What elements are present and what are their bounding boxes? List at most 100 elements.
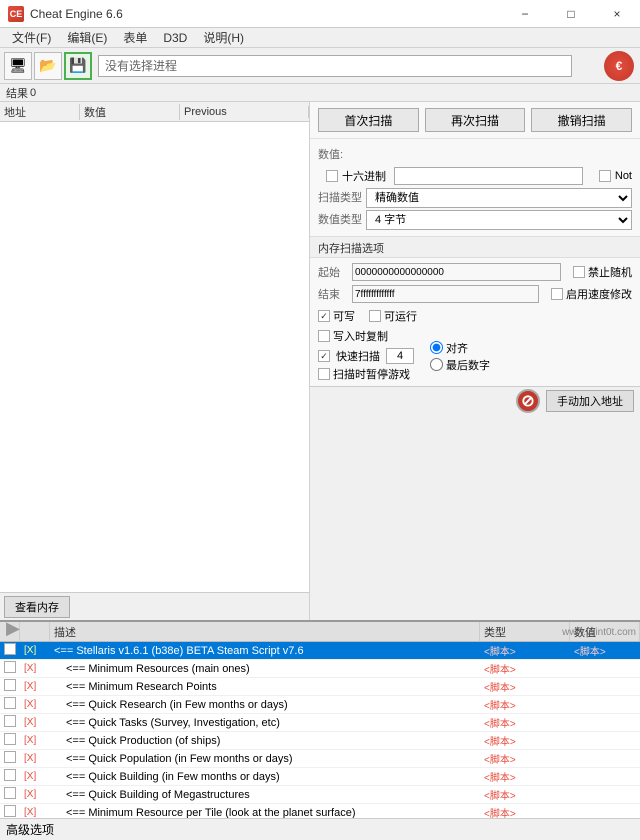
hex-label: 十六进制 — [342, 168, 386, 184]
table-row[interactable]: [X]<== Minimum Resource per Tile (look a… — [0, 804, 640, 818]
result-count: 0 — [30, 87, 36, 99]
open-process-button[interactable]: 🖥 — [4, 52, 32, 80]
writable-checkbox[interactable] — [318, 310, 330, 322]
lock-checkbox[interactable] — [4, 697, 16, 709]
table-row[interactable]: [X]<== Quick Tasks (Survey, Investigatio… — [0, 714, 640, 732]
menu-file[interactable]: 文件(F) — [4, 27, 59, 48]
table-row[interactable]: [X]<== Quick Building of Megastructures<… — [0, 786, 640, 804]
last-digit-radio: 最后数字 — [430, 357, 490, 373]
scan-buttons: 首次扫描 再次扫描 撤销扫描 — [310, 102, 640, 139]
first-scan-button[interactable]: 首次扫描 — [318, 108, 419, 132]
not-checkbox[interactable] — [599, 170, 611, 182]
lock-checkbox[interactable] — [4, 805, 16, 817]
check-row-1: 可写 可运行 — [318, 306, 632, 326]
no-scan-button[interactable]: ⊘ — [516, 389, 540, 413]
lock-cell — [0, 749, 20, 768]
process-text: 没有选择进程 — [105, 57, 177, 74]
cancel-scan-button[interactable]: 撤销扫描 — [531, 108, 632, 132]
fast-scan-checkbox[interactable] — [318, 350, 330, 362]
desc-cell: <== Quick Population (in Few months or d… — [50, 753, 480, 765]
copy-on-write-checkbox[interactable] — [318, 330, 330, 342]
close-button[interactable]: × — [594, 0, 640, 28]
col-address: 地址 — [0, 104, 80, 120]
lock-checkbox[interactable] — [4, 643, 16, 655]
lock-checkbox[interactable] — [4, 751, 16, 763]
menu-d3d[interactable]: D3D — [155, 29, 195, 47]
value-type-label: 数值类型 — [318, 211, 362, 227]
type-cell: <脚本> — [480, 643, 570, 658]
table-row[interactable]: [X]<== Quick Production (of ships)<脚本> — [0, 732, 640, 750]
menu-help[interactable]: 说明(H) — [195, 27, 252, 48]
value-type-dropdown[interactable]: 4 字节 — [366, 210, 632, 230]
freeze-checkbox[interactable] — [573, 266, 585, 278]
advanced-label[interactable]: 高级选项 — [6, 821, 54, 838]
desc-cell: <== Stellaris v1.6.1 (b38e) BETA Steam S… — [50, 645, 480, 657]
maximize-button[interactable]: □ — [548, 0, 594, 28]
desc-cell: <== Quick Tasks (Survey, Investigation, … — [50, 717, 480, 729]
lock-cell — [0, 642, 20, 660]
result-label: 结果 — [6, 85, 28, 101]
lock-cell — [0, 731, 20, 750]
type-cell: <脚本> — [480, 769, 570, 784]
table-row[interactable]: [X]<== Quick Research (in Few months or … — [0, 696, 640, 714]
table-row[interactable]: [X]<== Quick Building (in Few months or … — [0, 768, 640, 786]
table-row[interactable]: [X]<== Quick Population (in Few months o… — [0, 750, 640, 768]
hex-checkbox[interactable] — [326, 170, 338, 182]
radio-group: 对齐 最后数字 — [430, 340, 490, 373]
ct-header: 描述 类型 数值 — [0, 622, 640, 642]
ct-col-x — [20, 622, 50, 641]
minimize-button[interactable]: − — [502, 0, 548, 28]
menu-edit[interactable]: 编辑(E) — [59, 27, 115, 48]
x-marker: [X] — [20, 735, 50, 746]
menu-form[interactable]: 表单 — [115, 27, 155, 48]
pause-checkbox[interactable] — [318, 368, 330, 380]
scan-type-label: 扫描类型 — [318, 189, 362, 205]
desc-cell: <== Minimum Resource per Tile (look at t… — [50, 807, 480, 819]
table-row[interactable]: [X]<== Stellaris v1.6.1 (b38e) BETA Stea… — [0, 642, 640, 660]
view-memory-button[interactable]: 查看内存 — [4, 596, 70, 618]
copy-on-write-label: 写入时复制 — [333, 328, 388, 344]
addr-table-header: 地址 数值 Previous — [0, 102, 309, 122]
ct-body: [X]<== Stellaris v1.6.1 (b38e) BETA Stea… — [0, 642, 640, 818]
desc-cell: <== Quick Production (of ships) — [50, 735, 480, 747]
arrow-icon[interactable]: ▶ — [6, 618, 20, 638]
desc-cell: <== Quick Building of Megastructures — [50, 789, 480, 801]
last-digit-label: 最后数字 — [446, 357, 490, 373]
end-input[interactable] — [352, 285, 539, 303]
fast-scan-input[interactable] — [386, 348, 414, 364]
desc-cell: <== Quick Research (in Few months or day… — [50, 699, 480, 711]
lock-checkbox[interactable] — [4, 769, 16, 781]
lock-cell — [0, 803, 20, 818]
open-file-button[interactable]: 📂 — [34, 52, 62, 80]
lock-checkbox[interactable] — [4, 661, 16, 673]
type-cell: <脚本> — [480, 787, 570, 802]
process-selector[interactable]: 没有选择进程 — [98, 55, 572, 77]
table-row[interactable]: [X]<== Minimum Resources (main ones)<脚本> — [0, 660, 640, 678]
value-input[interactable] — [394, 167, 583, 185]
hex-check: 十六进制 — [326, 168, 386, 184]
start-input[interactable] — [352, 263, 561, 281]
lock-checkbox[interactable] — [4, 679, 16, 691]
lock-cell — [0, 767, 20, 786]
fast-scan-row: 快速扫描 对齐 最后数字 — [318, 346, 632, 366]
main-area: 地址 数值 Previous 查看内存 首次扫描 再次扫描 撤销扫描 数值: 十… — [0, 102, 640, 620]
scan-type-dropdown[interactable]: 精确数值 — [366, 188, 632, 208]
x-marker: [X] — [20, 753, 50, 764]
table-row[interactable]: [X]<== Minimum Research Points<脚本> — [0, 678, 640, 696]
lock-checkbox[interactable] — [4, 787, 16, 799]
speed-checkbox[interactable] — [551, 288, 563, 300]
writable-label: 可写 — [333, 308, 355, 324]
start-label: 起始 — [318, 264, 348, 280]
x-marker: [X] — [20, 807, 50, 818]
lock-cell — [0, 659, 20, 678]
manual-add-button[interactable]: 手动加入地址 — [546, 390, 634, 412]
executable-checkbox[interactable] — [369, 310, 381, 322]
freeze-label: 禁止随机 — [588, 264, 632, 280]
lock-checkbox[interactable] — [4, 715, 16, 727]
lock-checkbox[interactable] — [4, 733, 16, 745]
app-icon: CE — [8, 6, 24, 22]
next-scan-button[interactable]: 再次扫描 — [425, 108, 526, 132]
x-marker: [X] — [20, 663, 50, 674]
lock-cell — [0, 713, 20, 732]
save-file-button[interactable]: 💾 — [64, 52, 92, 80]
